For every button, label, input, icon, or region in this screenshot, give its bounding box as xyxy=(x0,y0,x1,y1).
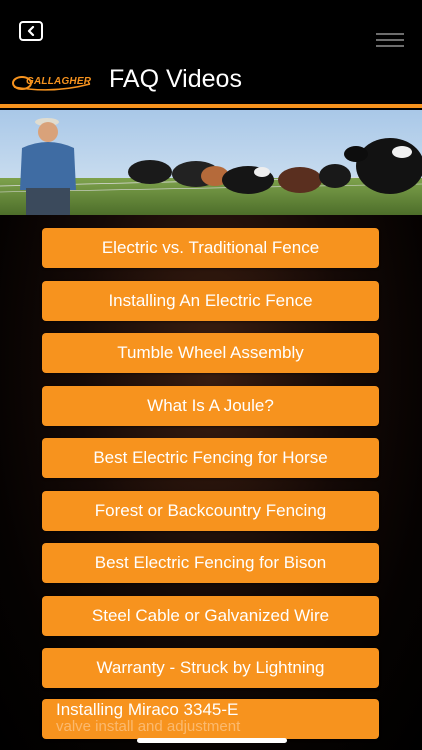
menu-line xyxy=(376,45,404,47)
gallagher-logo: GALLAGHER xyxy=(12,72,92,94)
faq-item-tumble-wheel-assembly[interactable]: Tumble Wheel Assembly xyxy=(42,333,379,373)
back-button[interactable] xyxy=(19,21,43,41)
faq-item-steel-cable-vs-wire[interactable]: Steel Cable or Galvanized Wire xyxy=(42,596,379,636)
hamburger-menu-icon[interactable] xyxy=(376,33,404,47)
page-header: GALLAGHER FAQ Videos xyxy=(0,60,422,104)
faq-item-installing-electric-fence[interactable]: Installing An Electric Fence xyxy=(42,281,379,321)
top-bar xyxy=(0,0,422,60)
menu-line xyxy=(376,33,404,35)
page-title: FAQ Videos xyxy=(109,65,242,93)
faq-item-label: Installing Miraco 3345-E xyxy=(56,700,239,719)
faq-item-fencing-for-horse[interactable]: Best Electric Fencing for Horse xyxy=(42,438,379,478)
chevron-left-icon xyxy=(27,26,35,36)
farmer-with-cattle-image xyxy=(0,110,422,215)
faq-item-what-is-a-joule[interactable]: What Is A Joule? xyxy=(42,386,379,426)
hero-image xyxy=(0,110,422,215)
faq-item-fencing-for-bison[interactable]: Best Electric Fencing for Bison xyxy=(42,543,379,583)
home-indicator xyxy=(137,738,287,743)
logo-text: GALLAGHER xyxy=(26,76,92,87)
faq-item-warranty-lightning[interactable]: Warranty - Struck by Lightning xyxy=(42,648,379,688)
menu-line xyxy=(376,39,404,41)
faq-item-forest-backcountry[interactable]: Forest or Backcountry Fencing xyxy=(42,491,379,531)
faq-item-miraco-valve[interactable]: Installing Miraco 3345-E valve install a… xyxy=(42,699,379,739)
header-divider xyxy=(0,104,422,108)
faq-item-electric-vs-traditional[interactable]: Electric vs. Traditional Fence xyxy=(42,228,379,268)
faq-item-sublabel: valve install and adjustment xyxy=(56,718,241,735)
